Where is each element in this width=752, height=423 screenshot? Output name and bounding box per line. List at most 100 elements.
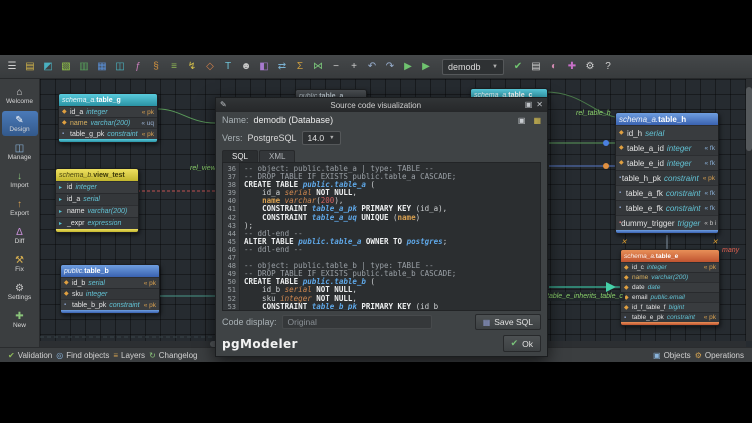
table-row[interactable]: ◆namevarchar(200) (621, 272, 719, 282)
domain-icon[interactable]: ◇ (202, 59, 218, 75)
validation-toggle[interactable]: ✔Validation (6, 351, 54, 360)
zoom-out-icon[interactable]: − (328, 59, 344, 75)
validation-badge-icon[interactable]: ✔ (510, 59, 526, 75)
objects-icon: ▣ (653, 351, 661, 360)
view-icon[interactable]: ◫ (112, 59, 128, 75)
table-icon[interactable]: ▦ (94, 59, 110, 75)
copy-code-icon[interactable]: ▣ (518, 116, 526, 125)
tab-xml[interactable]: XML (259, 150, 295, 162)
sidebar-item-export[interactable]: ↑Export (2, 195, 38, 220)
sidebar-item-fix[interactable]: ⚒Fix (2, 251, 38, 276)
vertical-scrollbar[interactable] (746, 79, 752, 341)
table-row[interactable]: ▪table_e_pkconstraint« pk (621, 312, 719, 322)
sidebar-item-manage[interactable]: ◫Manage (2, 139, 38, 164)
find-objects-toggle[interactable]: ◎Find objects (54, 351, 111, 360)
sidebar-item-diff[interactable]: ΔDiff (2, 223, 38, 248)
zoom-in-icon[interactable]: + (346, 59, 362, 75)
table-row[interactable]: ◆datedate (621, 282, 719, 292)
index-icon[interactable]: ≡ (166, 59, 182, 75)
settings-icon[interactable]: ⚙ (582, 59, 598, 75)
canvas-table-table_b[interactable]: public.table_b◆id_bserial« pk◆skuinteger… (60, 264, 160, 314)
save-sql-button[interactable]: ▦ Save SQL (475, 314, 541, 330)
changelog-toggle[interactable]: ↻Changelog (147, 351, 199, 360)
layers-toggle[interactable]: ≡Layers (111, 351, 147, 360)
sidebar-item-label: Import (10, 182, 28, 189)
database-combo[interactable]: demodb ▼ (442, 59, 504, 75)
table-row[interactable]: ◆id_hserial (616, 125, 718, 140)
sql-tool-icon[interactable]: ▤ (528, 59, 544, 75)
sidebar-item-settings[interactable]: ⚙Settings (2, 279, 38, 304)
table-header: public.table_b (61, 265, 159, 277)
redo-icon[interactable]: ↷ (382, 59, 398, 75)
constraint-tag: « pk (140, 302, 156, 309)
table-row[interactable]: ◆id_ainteger« pk (59, 106, 157, 117)
table-row[interactable]: ▸_exprexpression (56, 217, 138, 229)
menu-icon[interactable]: ☰ (4, 59, 20, 75)
column-type: bigint (669, 304, 685, 311)
operations-toggle[interactable]: ⚙Operations (693, 351, 746, 360)
table-row[interactable]: ▸id_aserial (56, 193, 138, 205)
column-type: trigger (678, 219, 701, 228)
sidebar-item-welcome[interactable]: ⌂Welcome (2, 83, 38, 108)
table-row[interactable]: ◆id_f_table_fbigint (621, 302, 719, 312)
function-icon[interactable]: ƒ (130, 59, 146, 75)
sidebar-item-label: Manage (8, 154, 32, 161)
layer-icon[interactable]: ▧ (58, 59, 74, 75)
type-icon[interactable]: T (220, 59, 236, 75)
table-row[interactable]: ▪table_g_pkconstraint« pk (59, 128, 157, 139)
table-row[interactable]: ▪table_h_pkconstraint« pk (616, 170, 718, 185)
sidebar-item-new[interactable]: ✚New (2, 307, 38, 332)
dialog-titlebar[interactable]: ✎ Source code visualization ▣ ✕ (216, 98, 547, 112)
code-display-combo[interactable]: Original (282, 315, 432, 329)
column-icon: ◆ (619, 160, 627, 166)
run-sql-icon[interactable]: ▶ (418, 59, 434, 75)
tab-sql[interactable]: SQL (222, 150, 258, 162)
table-row[interactable]: ▪dummy_triggertrigger« b i r (616, 215, 718, 230)
table-row[interactable]: ◆emailpublic.email (621, 292, 719, 302)
code-token: postgres (407, 237, 443, 246)
column-icon: ◆ (624, 275, 632, 281)
close-icon[interactable]: ✕ (536, 101, 543, 109)
schema-icon[interactable]: ▤ (22, 59, 38, 75)
canvas-table-table_e[interactable]: schema_a.table_e◆id_cinteger« pk◆namevar… (620, 249, 720, 326)
table-row[interactable]: ▪table_e_fkconstraint« fk (616, 200, 718, 215)
table-row[interactable]: ▪table_b_pkconstraint« pk (61, 299, 159, 310)
code-viewer[interactable]: 363738394041424344454647484950515253 -- … (222, 162, 541, 311)
sidebar-item-import[interactable]: ↓Import (2, 167, 38, 192)
palette-icon[interactable]: ◐ (546, 59, 562, 75)
plugins-icon[interactable]: ✚ (564, 59, 580, 75)
undo-icon[interactable]: ↶ (364, 59, 380, 75)
about-icon[interactable]: ? (600, 59, 616, 75)
table-row[interactable]: ◆table_a_idinteger« fk (616, 140, 718, 155)
table-row[interactable]: ◆id_bserial« pk (61, 277, 159, 288)
ok-button[interactable]: ✔ Ok (503, 335, 541, 352)
table-row[interactable]: ▪table_a_fkconstraint« fk (616, 185, 718, 200)
sidebar-item-design[interactable]: ✎Design (2, 111, 38, 136)
column-name: id_h (627, 129, 642, 138)
role-icon[interactable]: ☻ (238, 59, 254, 75)
code-line: CONSTRAINT table_b_pk PRIMARY KEY (id_b (244, 303, 540, 310)
tag-icon[interactable]: ◩ (40, 59, 56, 75)
objects-toggle[interactable]: ▣Objects (651, 351, 693, 360)
save-image-icon[interactable]: ▦ (533, 116, 541, 125)
tablespace-icon[interactable]: ◧ (256, 59, 272, 75)
detach-icon[interactable]: ▣ (525, 101, 533, 109)
cast-icon[interactable]: ⇄ (274, 59, 290, 75)
table-row[interactable]: ▸idinteger (56, 181, 138, 193)
sequence-icon[interactable]: § (148, 59, 164, 75)
table-row[interactable]: ◆table_e_idinteger« fk (616, 155, 718, 170)
vertical-scrollbar-thumb[interactable] (746, 87, 752, 151)
canvas-table-table_h[interactable]: schema_a.table_h◆id_hserial◆table_a_idin… (615, 112, 719, 234)
version-combo[interactable]: 14.0 ▼ (302, 131, 341, 145)
run-validation-icon[interactable]: ▶ (400, 59, 416, 75)
trigger-icon[interactable]: ↯ (184, 59, 200, 75)
table-row[interactable]: ▸namevarchar(200) (56, 205, 138, 217)
canvas-table-view_test[interactable]: schema_b.view_test▸idinteger▸id_aserial▸… (55, 168, 139, 233)
table-row[interactable]: ◆id_cinteger« pk (621, 262, 719, 272)
table-row[interactable]: ◆skuinteger (61, 288, 159, 299)
canvas-table-table_g[interactable]: schema_a.table_g◆id_ainteger« pk◆namevar… (58, 93, 158, 143)
relationship-icon[interactable]: ⋈ (310, 59, 326, 75)
table-row[interactable]: ◆namevarchar(200)« uq (59, 117, 157, 128)
aggregate-icon[interactable]: Σ (292, 59, 308, 75)
database-icon[interactable]: ▥ (76, 59, 92, 75)
